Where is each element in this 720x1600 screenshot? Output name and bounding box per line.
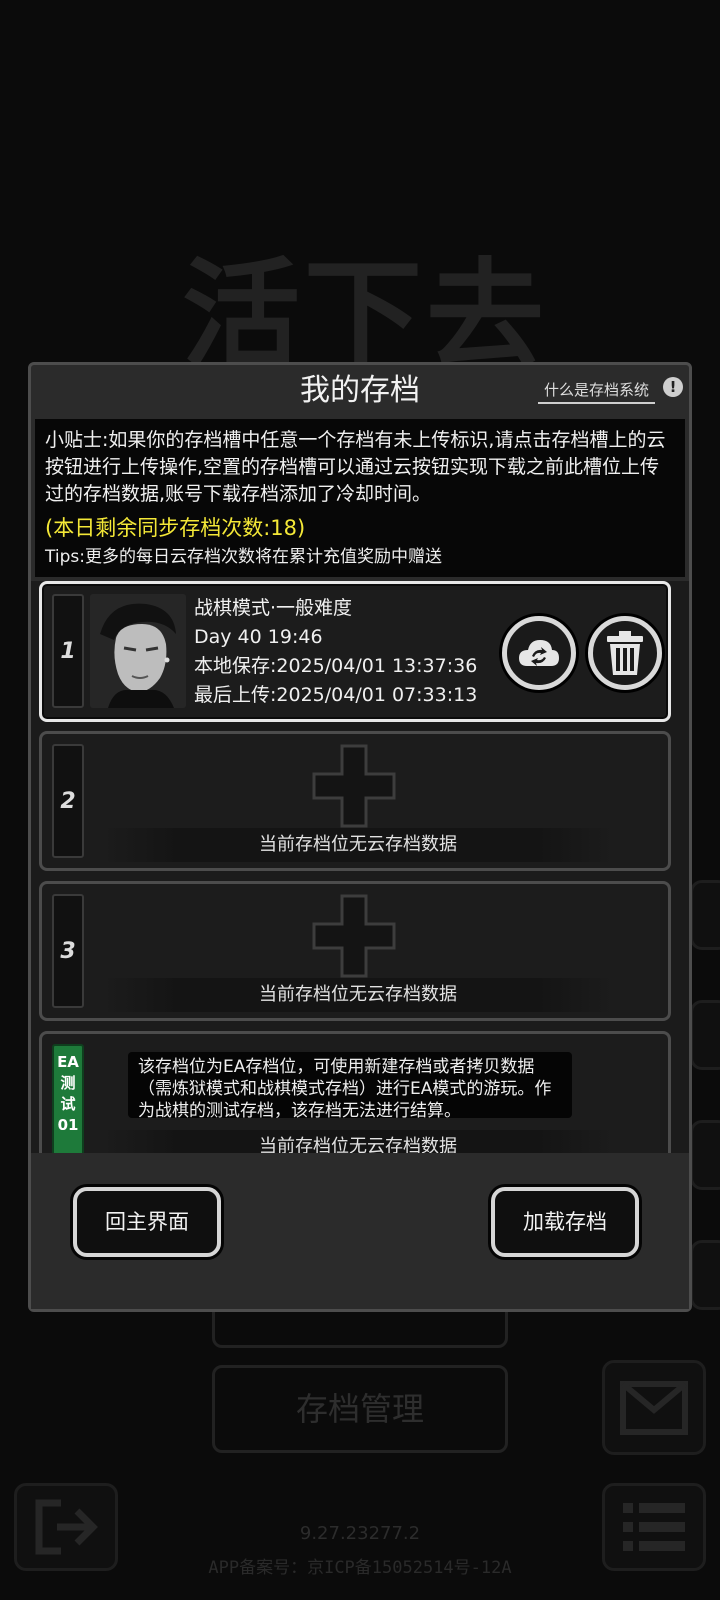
slot-number: 3 (52, 894, 84, 1008)
side-button (690, 1000, 720, 1070)
game-day: Day 40 19:46 (194, 626, 323, 648)
save-slot-1[interactable]: 1 战棋模式·一般难度 Day 40 19:46 本地保存:2025/04/01… (39, 581, 671, 722)
save-slot-3[interactable]: 3 当前存档位无云存档数据 (39, 881, 671, 1021)
side-button (690, 1240, 720, 1310)
game-logo-title: 活下去 (181, 255, 548, 375)
local-save-time: 本地保存:2025/04/01 13:37:36 (194, 655, 478, 677)
info-icon[interactable]: ! (663, 377, 683, 397)
delete-save-button[interactable] (588, 616, 662, 690)
plus-icon (312, 894, 396, 978)
load-save-button[interactable]: 加载存档 (491, 1187, 639, 1257)
ea-test-badge: EA 测 试 01 (52, 1044, 84, 1153)
icp-label: APP备案号：京ICP备15052514号-12A (208, 1558, 512, 1578)
cloud-sync-button[interactable] (502, 616, 576, 690)
badge-line: 试 (60, 1095, 76, 1113)
last-upload-time: 最后上传:2025/04/01 07:33:13 (194, 684, 478, 706)
character-portrait (90, 594, 186, 708)
add-save-button[interactable] (312, 894, 396, 978)
add-save-button[interactable] (312, 744, 396, 828)
mail-button (602, 1360, 706, 1455)
badge-line: 测 (60, 1074, 76, 1092)
tips-text: 小贴士:如果你的存档槽中任意一个存档有未上传标识,请点击存档槽上的云按钮进行上传… (45, 429, 666, 505)
save-slot-2[interactable]: 2 当前存档位无云存档数据 (39, 731, 671, 871)
empty-slot-text: 当前存档位无云存档数据 (102, 978, 614, 1012)
empty-slot-text: 当前存档位无云存档数据 (102, 828, 614, 862)
remaining-sync-count: (本日剩余同步存档次数:18) (45, 516, 306, 540)
trash-icon (607, 631, 643, 675)
slot-number: 2 (52, 744, 84, 858)
version-label: 9.27.23277.2 (299, 1523, 421, 1544)
badge-line: 01 (57, 1116, 79, 1134)
badge-line: EA (57, 1053, 79, 1071)
mail-icon (620, 1380, 688, 1435)
empty-slot-text: 当前存档位无云存档数据 (102, 1130, 614, 1153)
slot-number: 1 (52, 594, 84, 708)
tips-panel: 小贴士:如果你的存档槽中任意一个存档有未上传标识,请点击存档槽上的云按钮进行上传… (35, 419, 685, 577)
save-management-button: 存档管理 (212, 1365, 508, 1453)
tips-more-text: Tips:更多的每日云存档次数将在累计充值奖励中赠送 (45, 547, 442, 567)
plus-icon (312, 744, 396, 828)
side-button (690, 880, 720, 950)
slot-info: 战棋模式·一般难度 Day 40 19:46 本地保存:2025/04/01 1… (194, 594, 477, 710)
save-slot-list[interactable]: 1 战棋模式·一般难度 Day 40 19:46 本地保存:2025/04/01… (31, 581, 689, 1153)
back-to-main-button[interactable]: 回主界面 (73, 1187, 221, 1257)
cloud-sync-icon (519, 640, 559, 666)
side-button (690, 1120, 720, 1190)
dialog-footer: 回主界面 加载存档 (31, 1157, 689, 1309)
game-mode: 战棋模式·一般难度 (194, 597, 353, 619)
help-link[interactable]: 什么是存档系统 (537, 379, 655, 404)
save-dialog: 我的存档 什么是存档系统 ! 小贴士:如果你的存档槽中任意一个存档有未上传标识,… (28, 362, 692, 1312)
ea-slot-note: 该存档位为EA存档位，可使用新建存档或者拷贝数据（需炼狱模式和战棋模式存档）进行… (128, 1052, 572, 1121)
save-slot-ea[interactable]: EA 测 试 01 该存档位为EA存档位，可使用新建存档或者拷贝数据（需炼狱模式… (39, 1031, 671, 1153)
